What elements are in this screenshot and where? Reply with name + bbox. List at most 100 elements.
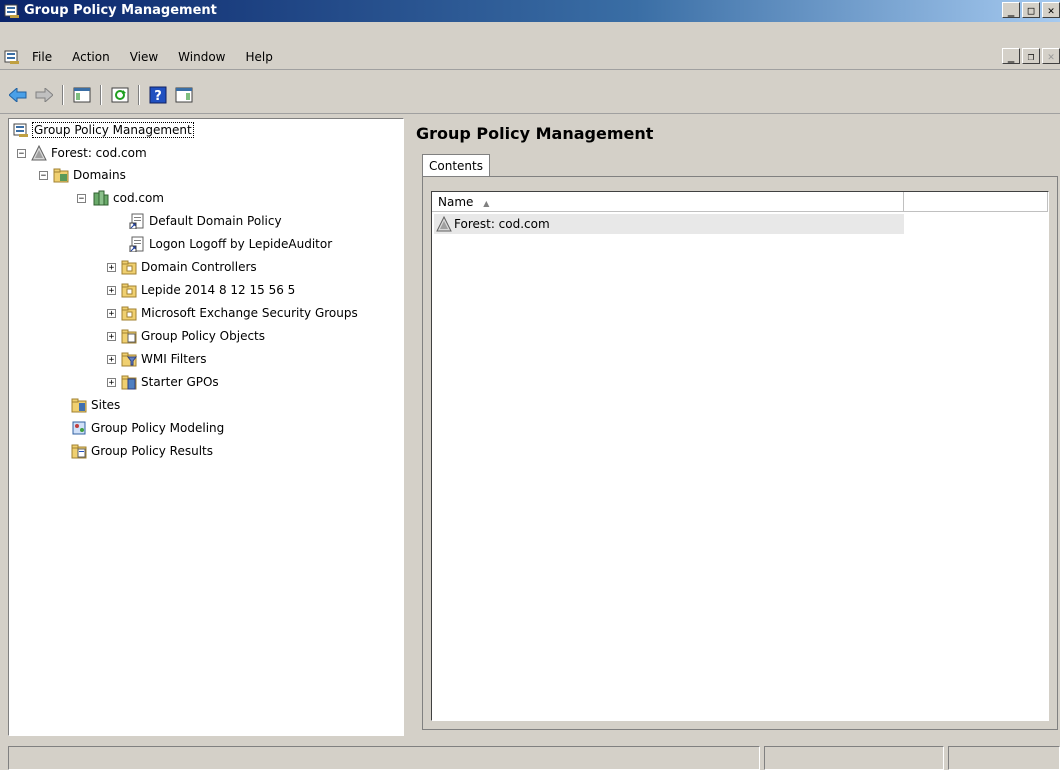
tree-item-group-policy-objects[interactable]: Group Policy Objects [121, 327, 265, 345]
show-hide-tree-button[interactable] [70, 83, 94, 107]
minimize-button[interactable]: _ [1002, 2, 1020, 18]
child-minimize-button[interactable]: _ [1002, 48, 1020, 64]
back-arrow-icon [9, 88, 27, 102]
refresh-button[interactable] [108, 83, 132, 107]
ou-folder-icon [121, 283, 137, 298]
close-button[interactable]: ✕ [1042, 2, 1060, 18]
collapse-domain-toggle[interactable]: − [77, 194, 86, 204]
tree-item-domains[interactable]: Domains [53, 166, 126, 184]
tree-item-default-domain-policy[interactable]: Default Domain Policy [129, 212, 282, 230]
modeling-icon [72, 421, 86, 435]
expand-exchange-groups-toggle[interactable]: + [107, 309, 116, 319]
tree-item-label: Default Domain Policy [149, 214, 282, 228]
sites-folder-icon [71, 398, 87, 413]
tree-item-label: Domain Controllers [141, 260, 257, 274]
column-header-label: Name [438, 195, 474, 209]
toolbar-separator [138, 85, 140, 105]
column-header-name[interactable]: Name ▲ [432, 192, 904, 212]
tree-item-label: Group Policy Results [91, 444, 214, 458]
back-button[interactable] [6, 83, 30, 107]
expand-wmi-filters-toggle[interactable]: + [107, 355, 116, 365]
tree-item-lepide-ou[interactable]: Lepide 2014 8 12 15 56 5 [121, 281, 295, 299]
tree-item-root[interactable]: Group Policy Management [13, 121, 194, 139]
gpo-link-icon [129, 236, 144, 252]
ou-folder-icon [121, 306, 137, 321]
forest-icon [31, 145, 47, 161]
contents-list[interactable]: Name ▲ Forest: cod.com [431, 191, 1049, 721]
help-icon: ? [149, 86, 167, 104]
refresh-icon [111, 87, 129, 103]
list-item-label: Forest: cod.com [454, 217, 550, 231]
tree-item-label: Group Policy Modeling [91, 421, 225, 435]
collapse-forest-toggle[interactable]: − [17, 149, 26, 159]
tree-item-modeling[interactable]: Group Policy Modeling [71, 419, 224, 437]
console-tree: Group Policy Management − Forest: cod.co… [8, 118, 404, 736]
menu-help[interactable]: Help [236, 50, 283, 64]
tree-item-exchange-security-groups[interactable]: Microsoft Exchange Security Groups [121, 304, 358, 322]
forward-button[interactable] [32, 83, 56, 107]
menu-view[interactable]: View [120, 50, 168, 64]
tree-item-logon-logoff-gpo[interactable]: Logon Logoff by LepideAuditor [129, 235, 332, 253]
list-item[interactable]: Forest: cod.com [434, 214, 904, 234]
tree-item-label: Domains [73, 168, 126, 182]
gpo-folder-icon [121, 329, 137, 344]
tree-item-label: Microsoft Exchange Security Groups [141, 306, 358, 320]
title-bar: Group Policy Management _ □ ✕ [0, 0, 1060, 22]
toolbar-separator [62, 85, 64, 105]
sort-ascending-icon: ▲ [483, 199, 490, 208]
gpm-app-icon [4, 4, 19, 18]
tree-item-label: cod.com [113, 191, 164, 205]
gpo-link-icon [129, 213, 144, 229]
tree-item-label: Starter GPOs [141, 375, 219, 389]
menu-action[interactable]: Action [62, 50, 120, 64]
menu-file[interactable]: File [22, 50, 62, 64]
status-panel-3 [948, 746, 1060, 770]
starter-gpo-folder-icon [121, 375, 137, 390]
tree-item-forest[interactable]: Forest: cod.com [31, 144, 147, 162]
menu-bar: File Action View Window Help _ ❐ ✕ [0, 45, 1060, 70]
domains-folder-icon [53, 168, 69, 183]
tree-item-label: Forest: cod.com [51, 146, 147, 160]
svg-text:?: ? [154, 89, 162, 104]
tree-item-label: Sites [91, 398, 121, 412]
help-button[interactable]: ? [146, 83, 170, 107]
collapse-domains-toggle[interactable]: − [39, 171, 48, 181]
status-panel-main [8, 746, 760, 770]
expand-starter-gpos-toggle[interactable]: + [107, 378, 116, 388]
column-header-empty[interactable] [904, 192, 1048, 212]
maximize-button[interactable]: □ [1022, 2, 1040, 18]
tree-item-wmi-filters[interactable]: WMI Filters [121, 350, 207, 368]
tree-item-label: Group Policy Objects [141, 329, 266, 343]
gpm-console-icon [13, 123, 28, 137]
tree-item-label: Group Policy Management [32, 122, 194, 138]
toolbar-separator [100, 85, 102, 105]
tree-item-label: Logon Logoff by LepideAuditor [149, 237, 333, 251]
expand-lepide-ou-toggle[interactable]: + [107, 286, 116, 296]
status-bar [0, 742, 1060, 770]
expand-domain-controllers-toggle[interactable]: + [107, 263, 116, 273]
wmi-filter-folder-icon [121, 352, 137, 367]
tab-contents[interactable]: Contents [422, 154, 490, 177]
tree-item-sites[interactable]: Sites [71, 396, 120, 414]
window-title: Group Policy Management [24, 3, 217, 18]
tree-item-domain-controllers[interactable]: Domain Controllers [121, 258, 257, 276]
forward-arrow-icon [35, 88, 53, 102]
status-panel-2 [764, 746, 944, 770]
child-restore-button[interactable]: ❐ [1022, 48, 1040, 64]
toolbar: ? [0, 79, 1060, 114]
menu-window[interactable]: Window [168, 50, 235, 64]
show-hide-tree-icon [73, 87, 91, 103]
console-icon[interactable] [4, 49, 20, 65]
tree-item-results[interactable]: Group Policy Results [71, 442, 213, 460]
tree-item-domain[interactable]: cod.com [93, 189, 164, 207]
ou-folder-icon [121, 260, 137, 275]
details-pane: Group Policy Management Contents Name ▲ … [410, 118, 1060, 736]
expand-gpo-container-toggle[interactable]: + [107, 332, 116, 342]
forest-icon [436, 216, 452, 232]
tree-item-label: WMI Filters [141, 352, 207, 366]
show-action-pane-button[interactable] [172, 83, 196, 107]
domain-icon [93, 190, 109, 206]
tree-item-starter-gpos[interactable]: Starter GPOs [121, 373, 219, 391]
page-title: Group Policy Management [416, 124, 654, 143]
child-close-button[interactable]: ✕ [1042, 48, 1060, 64]
